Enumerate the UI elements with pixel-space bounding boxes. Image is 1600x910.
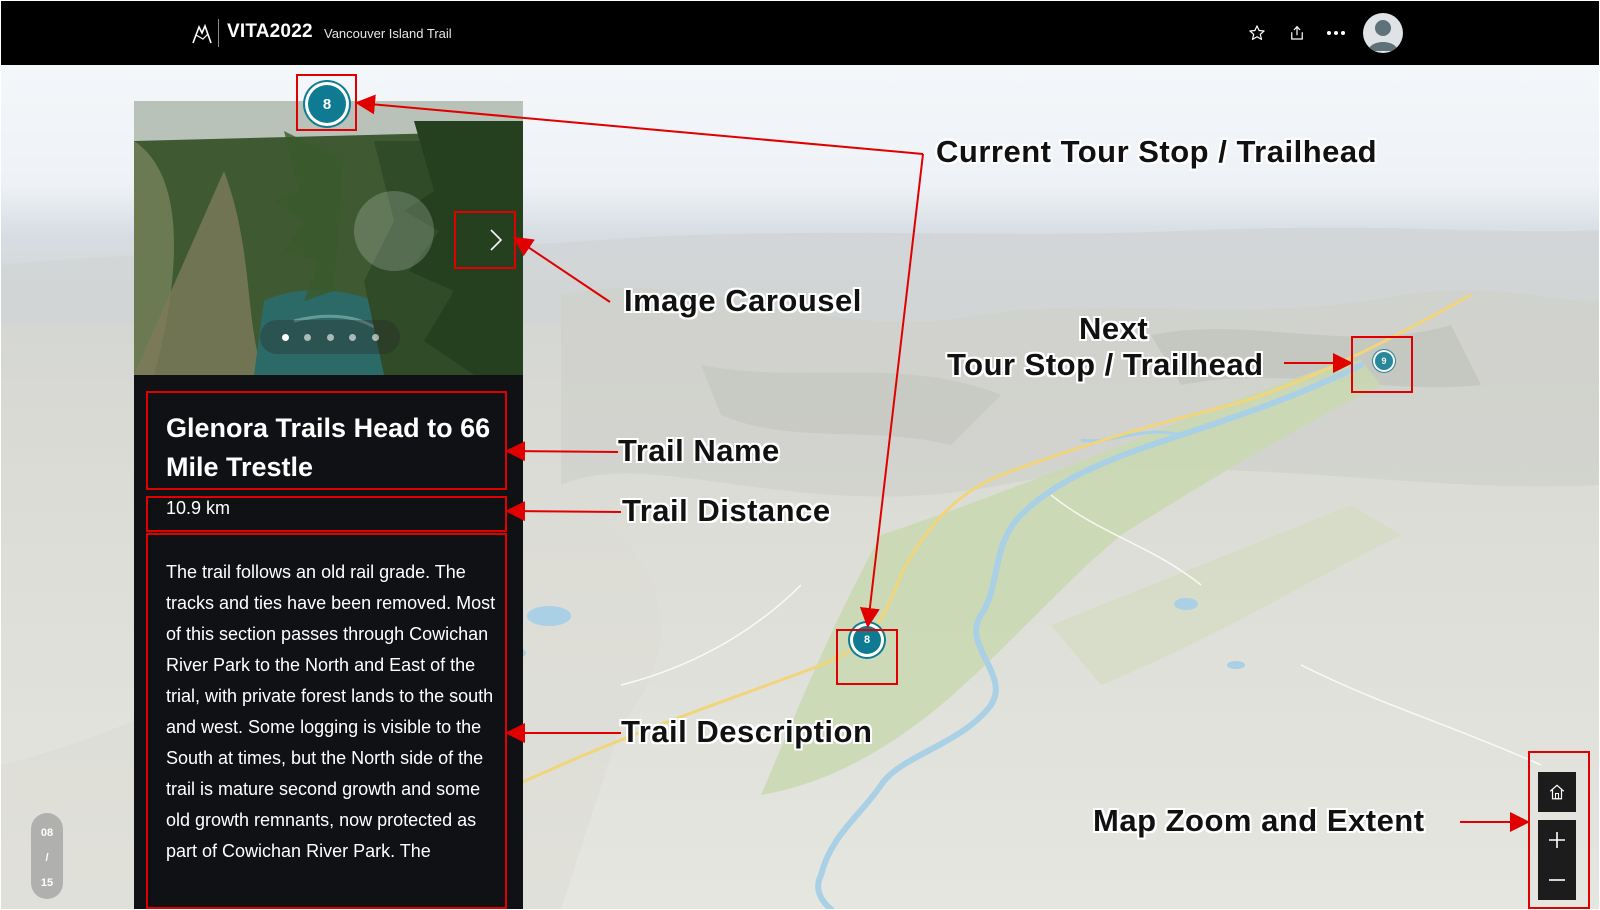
annotation-next-line2: Tour Stop / Trailhead [947,347,1264,382]
home-icon [1549,784,1565,800]
carousel-dot[interactable] [371,333,379,341]
app-frame: VITA2022 Vancouver Island Trail 9 8 Glen… [1,1,1599,909]
current-tour-stop-map-marker[interactable]: 8 [853,626,881,654]
minus-icon [1549,879,1565,881]
share-icon[interactable] [1285,21,1309,45]
counter-current: 08 [40,827,54,839]
plus-icon [1549,832,1565,848]
app-subtitle: Vancouver Island Trail [324,26,452,41]
home-extent-button[interactable] [1538,772,1576,812]
trail-distance: 10.9 km [166,498,231,518]
zoom-out-button[interactable] [1538,860,1576,900]
counter-separator: / [45,852,49,864]
annotation-trail-distance: Trail Distance [622,493,831,528]
trail-description: The trail follows an old rail grade. The… [166,562,496,861]
annotation-current-stop: Current Tour Stop / Trailhead [936,134,1378,169]
carousel-dot[interactable] [304,333,311,341]
next-stop-number: 9 [1381,356,1387,366]
map-stop-number: 8 [863,634,871,646]
tour-stop-panel: Glenora Trails Head to 66 Mile Trestle 1… [134,101,523,909]
carousel-dot[interactable] [349,333,356,341]
carousel-pagination [260,320,400,354]
app-header: VITA2022 Vancouver Island Trail [1,1,1599,65]
app-logo-icon [192,23,212,44]
avatar[interactable] [1363,13,1403,53]
header-divider [218,19,219,47]
image-carousel[interactable] [134,101,523,375]
annotation-trail-description: Trail Description [621,714,873,749]
annotation-map-zoom: Map Zoom and Extent [1093,803,1425,838]
next-tour-stop-marker[interactable]: 9 [1375,352,1393,370]
current-stop-number: 8 [322,95,332,113]
counter-total: 15 [40,877,54,889]
tour-stop-counter: 08 / 15 [31,813,63,899]
trail-name: Glenora Trails Head to 66 Mile Trestle [166,413,491,482]
annotation-image-carousel: Image Carousel [624,283,862,318]
carousel-dot[interactable] [281,333,289,341]
annotation-next-line1: Next [1079,311,1149,346]
carousel-next-button[interactable] [478,214,514,266]
current-tour-stop-badge[interactable]: 8 [308,85,346,123]
carousel-dot[interactable] [326,333,334,341]
zoom-in-button[interactable] [1538,820,1576,860]
app-title[interactable]: VITA2022 [227,21,313,43]
annotation-trail-name: Trail Name [618,433,780,468]
more-icon[interactable] [1324,21,1348,45]
star-icon[interactable] [1245,21,1269,45]
